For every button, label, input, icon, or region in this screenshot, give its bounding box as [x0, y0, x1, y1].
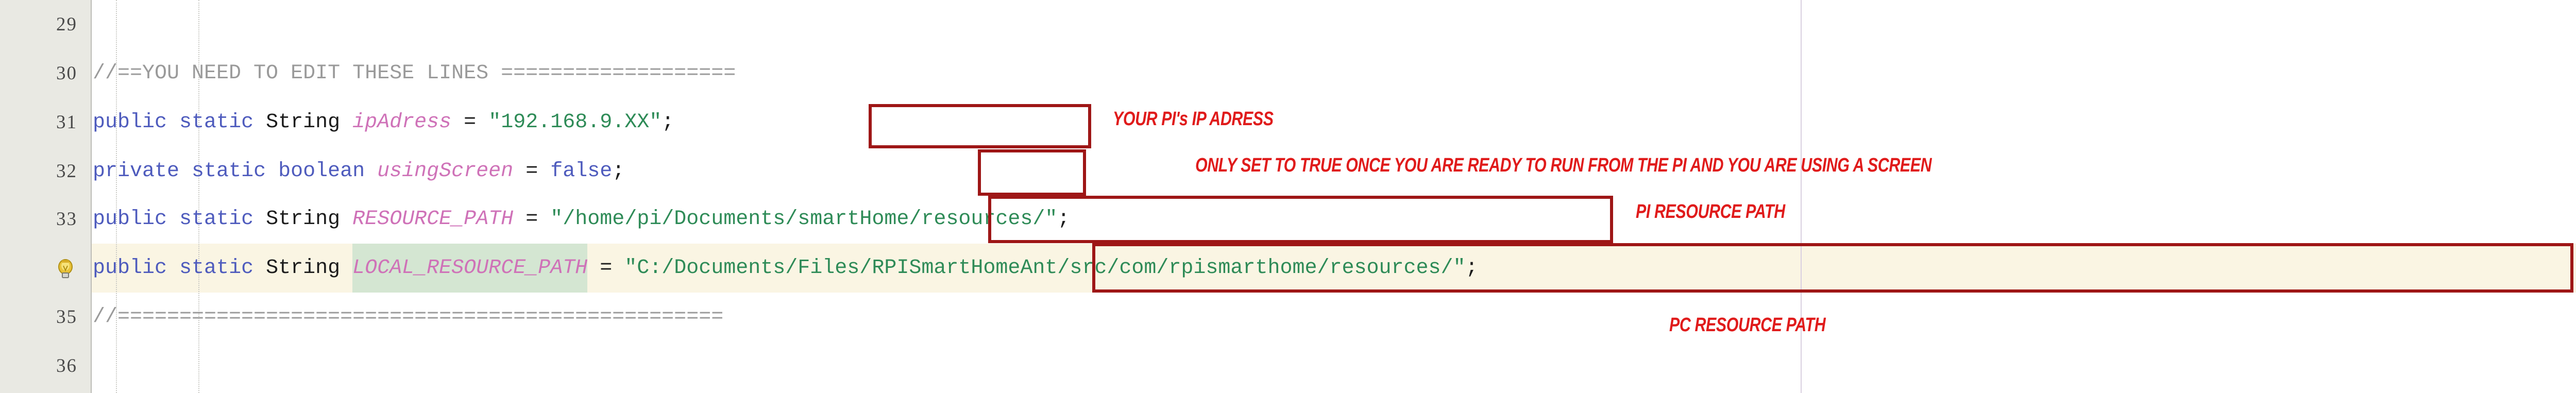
- token-field-local-resource-path: LOCAL_RESOURCE_PATH: [352, 244, 588, 293]
- token-string-pc-path: "C:/Documents/Files/RPISmartHomeAnt/src/…: [624, 257, 1466, 280]
- line-number-35[interactable]: 35: [0, 293, 77, 341]
- code-line-36[interactable]: [93, 341, 2576, 390]
- line-number-31[interactable]: 31: [0, 98, 77, 147]
- token-comment: //==YOU NEED TO EDIT THESE LINES =======…: [93, 62, 736, 85]
- token-literal-false: false: [550, 160, 613, 183]
- token-keyword-public: public: [93, 111, 167, 134]
- line-number-gutter[interactable]: 29 30 31 32 33 35 36: [0, 0, 92, 393]
- code-line-34[interactable]: public static String LOCAL_RESOURCE_PATH…: [93, 244, 2576, 293]
- token-field-ipadress: ipAdress: [352, 111, 452, 134]
- token-assign: =: [513, 208, 551, 231]
- code-line-35[interactable]: //======================================…: [93, 293, 2576, 341]
- token-semicolon: ;: [1465, 257, 1478, 280]
- code-line-29[interactable]: [93, 0, 2576, 49]
- token-assign: =: [587, 257, 625, 280]
- token-string-ip: "192.168.9.XX": [488, 111, 662, 134]
- annotation-using-screen: ONLY SET TO TRUE ONCE YOU ARE READY TO R…: [1195, 155, 1932, 176]
- token-keyword-static: static: [179, 257, 254, 280]
- lightbulb-icon[interactable]: [57, 258, 74, 279]
- line-number-33[interactable]: 33: [0, 195, 77, 244]
- line-number-32[interactable]: 32: [0, 147, 77, 196]
- annotation-ip-address: YOUR PI's IP ADRESS: [1113, 108, 1274, 130]
- token-assign: =: [513, 160, 551, 183]
- token-semicolon: ;: [662, 111, 674, 134]
- token-field-resource-path: RESOURCE_PATH: [352, 208, 514, 231]
- token-semicolon: ;: [612, 160, 625, 183]
- code-editor[interactable]: 29 30 31 32 33 35 36 //==YOU NEED TO EDI…: [0, 0, 2576, 393]
- token-type-string: String: [266, 208, 341, 231]
- token-keyword-public: public: [93, 208, 167, 231]
- token-type-string: String: [266, 111, 341, 134]
- token-keyword-private: private: [93, 160, 180, 183]
- token-keyword-static: static: [179, 111, 254, 134]
- token-keyword-static: static: [192, 160, 266, 183]
- code-line-33[interactable]: public static String RESOURCE_PATH = "/h…: [93, 195, 2576, 244]
- token-keyword-boolean: boolean: [278, 160, 365, 183]
- quick-fix-hint[interactable]: [0, 244, 77, 293]
- token-string-pi-path: "/home/pi/Documents/smartHome/resources/…: [550, 208, 1058, 231]
- code-surface[interactable]: //==YOU NEED TO EDIT THESE LINES =======…: [93, 0, 2576, 393]
- annotation-pi-path: PI RESOURCE PATH: [1636, 201, 1785, 223]
- token-keyword-public: public: [93, 257, 167, 280]
- line-number-29[interactable]: 29: [0, 0, 77, 49]
- code-line-30[interactable]: //==YOU NEED TO EDIT THESE LINES =======…: [93, 49, 2576, 98]
- token-assign: =: [451, 111, 489, 134]
- token-field-usingscreen: usingScreen: [377, 160, 514, 183]
- line-number-30[interactable]: 30: [0, 49, 77, 98]
- token-type-string: String: [266, 257, 341, 280]
- token-keyword-static: static: [179, 208, 254, 231]
- token-comment: //======================================…: [93, 305, 724, 329]
- annotation-pc-path: PC RESOURCE PATH: [1669, 314, 1826, 336]
- code-line-31[interactable]: public static String ipAdress = "192.168…: [93, 98, 2576, 147]
- line-number-36[interactable]: 36: [0, 341, 77, 390]
- token-semicolon: ;: [1057, 208, 1070, 231]
